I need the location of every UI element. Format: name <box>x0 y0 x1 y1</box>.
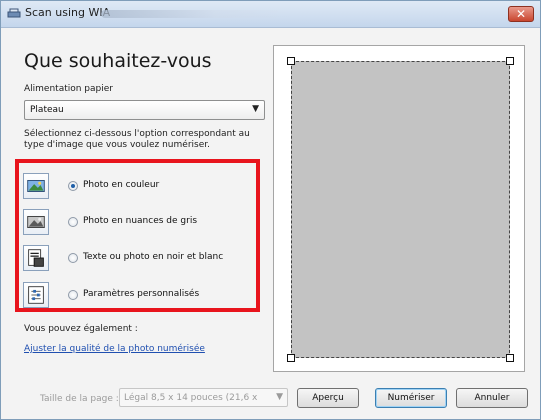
crop-handle-top-right[interactable] <box>506 57 514 65</box>
chevron-down-icon: ▼ <box>252 104 259 114</box>
paper-feed-select[interactable]: Plateau ▼ <box>24 100 265 120</box>
radio-black-white-text[interactable] <box>68 253 78 263</box>
paper-feed-value: Plateau <box>30 105 64 115</box>
page-size-select[interactable]: Légal 8,5 x 14 pouces (21,6 x ▼ <box>119 388 288 407</box>
title-redacted-area <box>101 10 291 18</box>
color-photo-icon <box>23 173 49 199</box>
page-size-label: Taille de la page : <box>40 394 119 404</box>
chevron-down-icon: ▼ <box>276 392 283 402</box>
grayscale-photo-icon <box>23 209 49 235</box>
radio-color-photo[interactable] <box>68 181 78 191</box>
paper-feed-label: Alimentation papier <box>24 84 113 94</box>
option-label: Texte ou photo en noir et blanc <box>83 252 224 262</box>
preview-page[interactable] <box>291 61 510 358</box>
page-title: Que souhaitez-vous <box>24 50 212 72</box>
preview-button[interactable]: Aperçu <box>297 388 359 408</box>
scan-dialog: Scan using WIA ✕ Que souhaitez-vous Alim… <box>0 0 541 420</box>
scan-button[interactable]: Numériser <box>375 388 447 408</box>
option-label: Photo en couleur <box>83 180 160 190</box>
also-label: Vous pouvez également : <box>24 324 138 334</box>
option-label: Paramètres personnalisés <box>83 289 200 299</box>
custom-settings-icon <box>23 282 49 308</box>
black-white-text-icon <box>23 245 49 271</box>
adjust-quality-link[interactable]: Ajuster la qualité de la photo numérisée <box>24 344 205 354</box>
page-size-value: Légal 8,5 x 14 pouces (21,6 x <box>124 393 258 403</box>
title-bar: Scan using WIA ✕ <box>1 1 540 28</box>
scanner-app-icon <box>7 8 21 18</box>
option-label: Photo en nuances de gris <box>83 216 198 226</box>
crop-handle-top-left[interactable] <box>287 57 295 65</box>
window-title: Scan using WIA <box>25 6 111 19</box>
radio-custom-settings[interactable] <box>68 290 78 300</box>
crop-handle-bottom-left[interactable] <box>287 354 295 362</box>
radio-grayscale-photo[interactable] <box>68 217 78 227</box>
crop-handle-bottom-right[interactable] <box>506 354 514 362</box>
instruction-text: Sélectionnez ci-dessous l'option corresp… <box>24 129 250 150</box>
close-button[interactable]: ✕ <box>508 6 534 22</box>
cancel-button[interactable]: Annuler <box>456 388 528 408</box>
